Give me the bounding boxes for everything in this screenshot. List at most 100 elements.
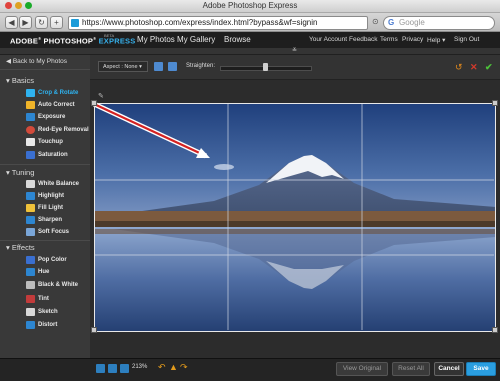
window-titlebar: Adobe Photoshop Express bbox=[0, 0, 500, 13]
save-button[interactable]: Save bbox=[466, 362, 496, 376]
bottom-bar: 213% ↶ ▲ ↷ View Original Reset All Cance… bbox=[0, 358, 500, 381]
soft-focus-icon bbox=[26, 228, 35, 236]
tool-fill-light[interactable]: Fill Light bbox=[38, 205, 63, 211]
rss-icon[interactable]: ⊙ bbox=[372, 17, 379, 26]
crop-handle-bottom-left[interactable] bbox=[91, 327, 97, 333]
app-logo[interactable]: ADOBE® PHOTOSHOP® EXPRESS bbox=[10, 36, 135, 46]
tools-sidebar: ◀ Back to My Photos ▾ Basics Crop & Rota… bbox=[0, 55, 90, 358]
accept-icon[interactable]: ✔ bbox=[485, 62, 493, 72]
crop-handle-top-right[interactable] bbox=[492, 100, 498, 106]
tool-saturation[interactable]: Saturation bbox=[38, 152, 68, 158]
tool-soft-focus[interactable]: Soft Focus bbox=[38, 229, 69, 235]
highlight-icon bbox=[26, 192, 35, 200]
tool-red-eye-removal[interactable]: Red-Eye Removal bbox=[38, 127, 89, 133]
browser-toolbar: ◀ ▶ ↻ + https://www.photoshop.com/expres… bbox=[0, 13, 500, 32]
tool-hue[interactable]: Hue bbox=[38, 269, 49, 275]
cancel-icon[interactable]: ✕ bbox=[470, 62, 478, 72]
brand-adobe: ADOBE bbox=[10, 36, 39, 46]
straighten-tool-icon[interactable]: ✎ bbox=[98, 92, 104, 100]
back-label: Back to My Photos bbox=[12, 58, 68, 65]
tool-highlight[interactable]: Highlight bbox=[38, 193, 64, 199]
link-privacy[interactable]: Privacy bbox=[402, 36, 423, 43]
collapse-icon[interactable]: ≚ bbox=[292, 47, 297, 54]
divider bbox=[0, 69, 90, 70]
tool-black-white[interactable]: Black & White bbox=[38, 282, 78, 288]
tool-sharpen[interactable]: Sharpen bbox=[38, 217, 62, 223]
black-white-icon bbox=[26, 281, 35, 289]
link-your-account[interactable]: Your Account bbox=[309, 36, 347, 43]
reload-icon[interactable]: ↻ bbox=[35, 16, 48, 29]
sketch-icon bbox=[26, 308, 35, 316]
app-header: ADOBE® PHOTOSHOP® EXPRESS BETA My Photos… bbox=[0, 32, 500, 48]
address-bar[interactable]: https://www.photoshop.com/express/index.… bbox=[68, 16, 368, 30]
search-placeholder: Google bbox=[399, 18, 425, 27]
link-feedback[interactable]: Feedback bbox=[349, 36, 378, 43]
hue-icon bbox=[26, 268, 35, 276]
touchup-icon bbox=[26, 138, 35, 146]
up-icon[interactable]: ▲ bbox=[169, 362, 178, 372]
beta-badge: BETA bbox=[104, 33, 115, 38]
divider bbox=[0, 240, 90, 241]
search-field[interactable]: G Google bbox=[383, 16, 495, 30]
crop-box[interactable] bbox=[94, 103, 496, 332]
link-help[interactable]: Help ▾ bbox=[427, 36, 445, 44]
tool-crop-rotate[interactable]: Crop & Rotate bbox=[38, 90, 78, 96]
rotate-left-icon[interactable] bbox=[154, 62, 163, 71]
sub-header: ≚ bbox=[0, 48, 500, 55]
reset-all-button[interactable]: Reset All bbox=[392, 362, 430, 376]
section-tuning[interactable]: ▾ Tuning bbox=[6, 168, 34, 177]
address-text[interactable]: https://www.photoshop.com/express/index.… bbox=[82, 18, 317, 27]
brand-photoshop: PHOTOSHOP bbox=[43, 36, 94, 46]
actual-size-icon[interactable] bbox=[108, 364, 117, 373]
crop-toolbar: Aspect : None ▾ Straighten: ↺ ✕ ✔ bbox=[90, 55, 500, 80]
wand-icon bbox=[26, 101, 35, 109]
crop-handle-bottom-right[interactable] bbox=[492, 327, 498, 333]
aspect-select[interactable]: Aspect : None ▾ bbox=[98, 61, 148, 72]
site-favicon-icon bbox=[71, 19, 79, 27]
back-to-my-photos-link[interactable]: ◀ Back to My Photos bbox=[6, 57, 67, 65]
nav-my-gallery[interactable]: My Gallery bbox=[177, 35, 215, 44]
link-sign-out[interactable]: Sign Out bbox=[454, 36, 479, 43]
crop-handle-top-left[interactable] bbox=[91, 100, 97, 106]
section-effects[interactable]: ▾ Effects bbox=[6, 243, 35, 252]
tint-icon bbox=[26, 295, 35, 303]
tool-tint[interactable]: Tint bbox=[38, 296, 49, 302]
redo-icon[interactable]: ↷ bbox=[180, 362, 188, 373]
straighten-label: Straighten: bbox=[186, 63, 216, 69]
google-search-icon: G bbox=[388, 18, 395, 27]
pop-color-icon bbox=[26, 256, 35, 264]
tool-distort[interactable]: Distort bbox=[38, 322, 57, 328]
tool-white-balance[interactable]: White Balance bbox=[38, 181, 79, 187]
cancel-button[interactable]: Cancel bbox=[434, 362, 464, 376]
tool-touchup[interactable]: Touchup bbox=[38, 139, 63, 145]
reset-icon[interactable]: ↺ bbox=[455, 62, 463, 72]
rotate-right-icon[interactable] bbox=[168, 62, 177, 71]
back-arrow-icon[interactable]: ◀ bbox=[5, 16, 18, 29]
link-terms[interactable]: Terms bbox=[380, 36, 398, 43]
image-canvas: ✎ bbox=[90, 80, 500, 358]
divider bbox=[0, 164, 90, 165]
zoom-level: 213% bbox=[132, 364, 148, 370]
view-original-button[interactable]: View Original bbox=[336, 362, 388, 376]
nav-my-photos[interactable]: My Photos bbox=[137, 35, 175, 44]
fill-light-icon bbox=[26, 204, 35, 212]
forward-arrow-icon[interactable]: ▶ bbox=[19, 16, 32, 29]
section-basics[interactable]: ▾ Basics bbox=[6, 76, 34, 85]
zoom-view-icon[interactable] bbox=[120, 364, 129, 373]
section-tuning-title: Tuning bbox=[11, 168, 35, 177]
straighten-slider-knob[interactable] bbox=[262, 63, 268, 71]
saturation-icon bbox=[26, 151, 35, 159]
section-basics-title: Basics bbox=[11, 76, 34, 85]
fit-view-icon[interactable] bbox=[96, 364, 105, 373]
tool-exposure[interactable]: Exposure bbox=[38, 114, 65, 120]
tool-auto-correct[interactable]: Auto Correct bbox=[38, 102, 75, 108]
nav-browse[interactable]: Browse bbox=[224, 35, 251, 44]
white-balance-icon bbox=[26, 180, 35, 188]
crop-icon bbox=[26, 89, 35, 97]
tool-sketch[interactable]: Sketch bbox=[38, 309, 58, 315]
tool-pop-color[interactable]: Pop Color bbox=[38, 257, 67, 263]
exposure-icon bbox=[26, 113, 35, 121]
sharpen-icon bbox=[26, 216, 35, 224]
undo-icon[interactable]: ↶ bbox=[158, 362, 166, 373]
add-bookmark-icon[interactable]: + bbox=[50, 16, 63, 29]
